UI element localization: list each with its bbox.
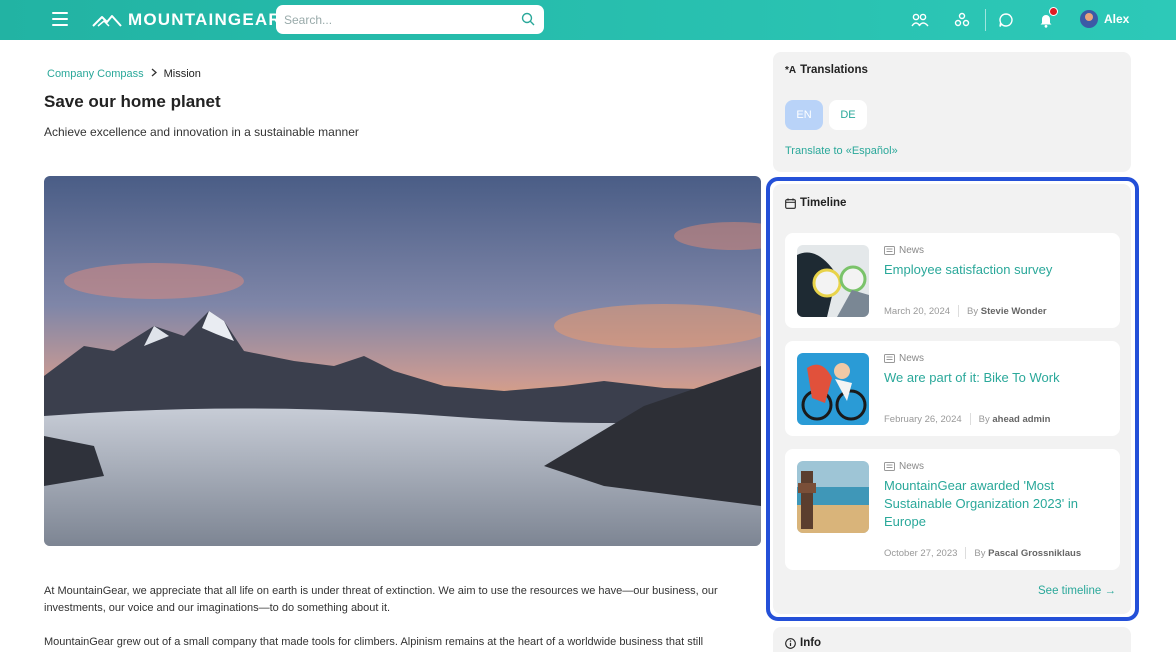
chat-icon[interactable] bbox=[996, 10, 1016, 30]
language-en-button[interactable]: EN bbox=[785, 100, 823, 130]
top-bar: MOUNTAINGEAR Alex bbox=[0, 0, 1176, 40]
search-icon[interactable] bbox=[521, 12, 535, 26]
translate-link[interactable]: Translate to «Español» bbox=[785, 145, 898, 157]
chevron-right-icon bbox=[150, 68, 158, 80]
people-icon[interactable] bbox=[910, 10, 930, 30]
page-title: Save our home planet bbox=[44, 92, 221, 111]
page-subtitle: Achieve excellence and innovation in a s… bbox=[44, 125, 359, 139]
avatar bbox=[1080, 10, 1098, 28]
menu-icon[interactable] bbox=[52, 12, 68, 26]
brand-logo[interactable]: MOUNTAINGEAR bbox=[92, 10, 282, 30]
search-box bbox=[276, 5, 544, 34]
brand-name: MOUNTAINGEAR bbox=[128, 10, 282, 29]
org-icon[interactable] bbox=[952, 10, 972, 30]
timeline-highlight-frame bbox=[766, 177, 1139, 621]
info-icon bbox=[785, 637, 796, 649]
breadcrumb: Company Compass Mission bbox=[47, 68, 201, 80]
mission-paragraph-1: At MountainGear, we appreciate that all … bbox=[44, 585, 718, 614]
breadcrumb-current: Mission bbox=[163, 68, 201, 80]
info-card: Info bbox=[773, 627, 1131, 652]
translations-title-row: *A Translations bbox=[785, 64, 868, 76]
info-title-row: Info bbox=[785, 637, 821, 649]
translate-icon: *A bbox=[785, 64, 797, 76]
hero-image bbox=[44, 176, 761, 546]
breadcrumb-parent-link[interactable]: Company Compass bbox=[47, 68, 144, 80]
user-name: Alex bbox=[1104, 12, 1130, 26]
header-divider bbox=[985, 9, 986, 31]
search-input[interactable] bbox=[276, 5, 506, 34]
language-de-button[interactable]: DE bbox=[829, 100, 867, 130]
mission-paragraph-2: MountainGear grew out of a small company… bbox=[44, 636, 704, 648]
mountain-logo-icon bbox=[92, 15, 122, 27]
user-menu[interactable]: Alex bbox=[1080, 10, 1129, 28]
translations-title: Translations bbox=[800, 64, 868, 76]
info-title: Info bbox=[800, 637, 822, 649]
notification-badge bbox=[1049, 7, 1058, 16]
